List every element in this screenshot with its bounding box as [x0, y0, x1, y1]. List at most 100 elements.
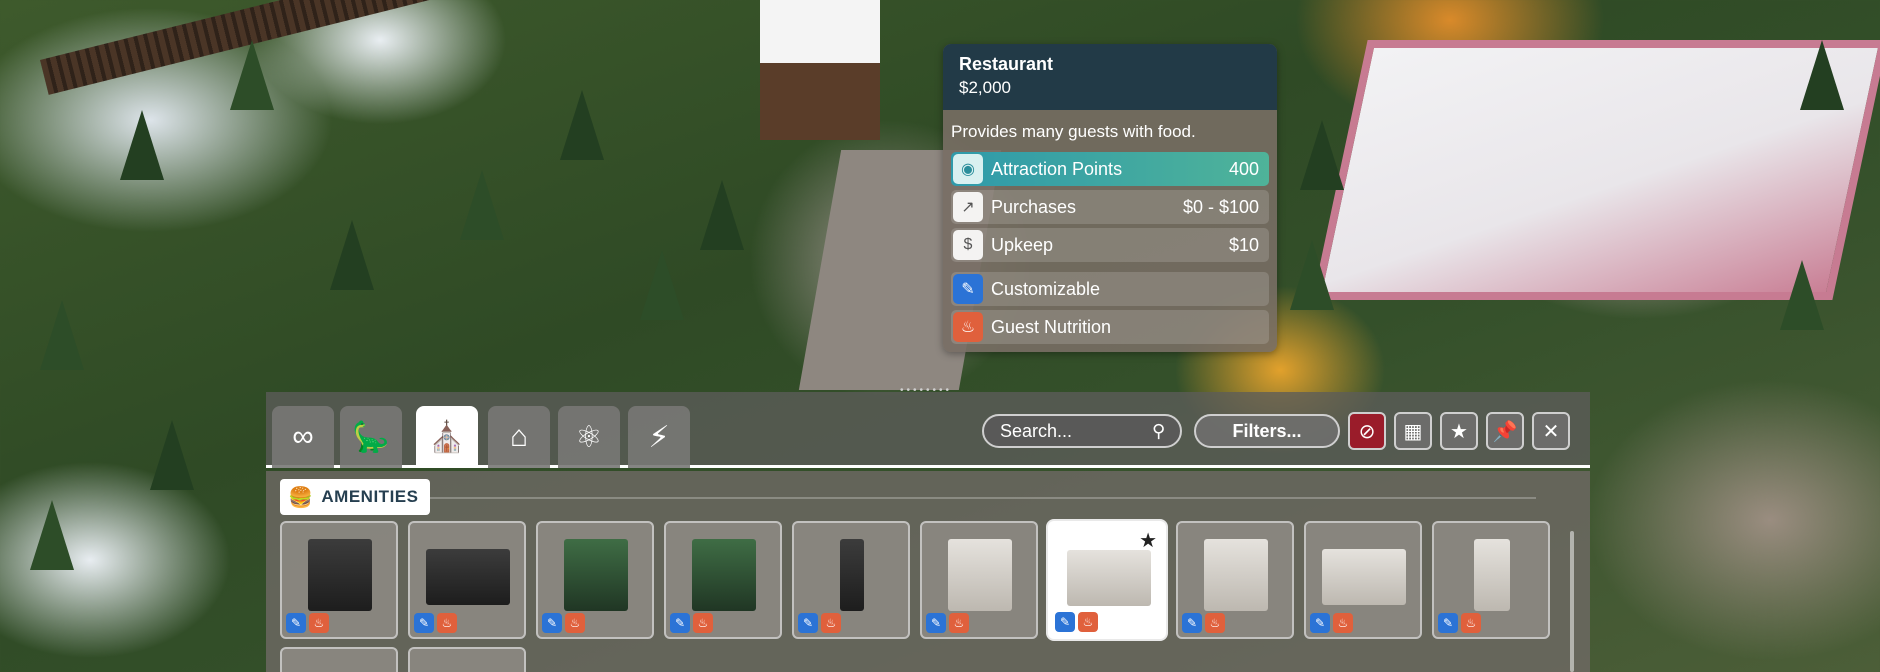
paintbrush-icon: ✎ — [286, 613, 306, 633]
stat-label: Attraction Points — [991, 158, 1123, 179]
food-icon: ♨ — [949, 613, 969, 633]
close-icon: ✕ — [1542, 420, 1560, 443]
build-item-shop-hall[interactable]: ✎ ♨ — [1304, 521, 1422, 639]
paintbrush-icon: ✎ — [1438, 613, 1458, 633]
pin-icon: 📌 — [1492, 420, 1518, 443]
build-panel: ∞ 🦕 ⛪ ⌂ ⚛ ⚡ ⚲ Filters... ⊘ ▦ ★ 📌 ✕ •••••… — [266, 386, 1590, 672]
paintbrush-icon: ✎ — [1310, 613, 1330, 633]
category-tab-bar: ∞ 🦕 ⛪ ⌂ ⚛ ⚡ ⚲ Filters... ⊘ ▦ ★ 📌 ✕ — [266, 392, 1590, 468]
build-item-vending-green-2[interactable]: ✎ ♨ — [664, 521, 782, 639]
build-item-pillar-stand[interactable]: ✎ ♨ — [792, 521, 910, 639]
paintbrush-icon: ✎ — [926, 613, 946, 633]
upkeep-coin-icon: $ — [953, 230, 983, 260]
pine-tree — [120, 110, 164, 180]
tab-staff-buildings[interactable]: ⌂ — [488, 406, 550, 468]
stat-value: $0 - $100 — [1182, 196, 1259, 217]
purchases-chart-icon: ↗ — [953, 192, 983, 222]
blocked-filter-button[interactable]: ⊘ — [1348, 412, 1386, 450]
tab-dinosaurs[interactable]: 🦕 — [340, 406, 402, 468]
stat-purchases: ↗ Purchases $0 - $100 — [951, 190, 1269, 224]
stat-label: Upkeep — [991, 234, 1054, 255]
search-icon[interactable]: ⚲ — [1152, 421, 1165, 442]
item-thumbnail — [308, 539, 372, 611]
tag-guest-nutrition: ♨ Guest Nutrition — [951, 310, 1269, 344]
science-building-icon: ⚛ — [575, 420, 603, 454]
power-icon: ⚡ — [648, 420, 670, 454]
build-item-vending-green[interactable]: ✎ ♨ — [536, 521, 654, 639]
food-icon: ♨ — [1461, 613, 1481, 633]
paintbrush-icon: ✎ — [798, 613, 818, 633]
grid-view-button[interactable]: ▦ — [1394, 412, 1432, 450]
item-thumbnail — [840, 539, 864, 611]
dinosaur-icon: 🦕 — [352, 420, 390, 454]
item-grid-area: 🍔 AMENITIES ✎ ♨ ✎ ♨ ✎ ♨ ✎ ♨ ✎ ♨ ✎ ♨ ★ ✎ … — [266, 471, 1590, 672]
scrollbar[interactable] — [1570, 531, 1574, 672]
item-thumbnail — [1204, 539, 1268, 611]
tooltip-title: Restaurant — [959, 54, 1054, 74]
favorite-star-icon[interactable]: ★ — [1139, 528, 1157, 553]
pine-tree — [30, 500, 74, 570]
filters-button[interactable]: Filters... — [1194, 414, 1340, 448]
tag-label: Guest Nutrition — [991, 316, 1112, 337]
pine-tree — [230, 40, 274, 110]
food-icon: ♨ — [953, 312, 983, 342]
paintbrush-icon: ✎ — [953, 274, 983, 304]
panel-drag-handle[interactable]: •••••••• — [886, 386, 966, 396]
build-item-row2-1[interactable] — [280, 647, 398, 672]
tooltip-price: $2,000 — [959, 78, 1011, 97]
item-thumbnail — [426, 549, 510, 605]
no-entry-icon: ⊘ — [1358, 420, 1376, 443]
food-icon: ♨ — [437, 613, 457, 633]
build-item-row2-2[interactable] — [408, 647, 526, 672]
item-thumbnail — [948, 539, 1012, 611]
wooden-fence — [40, 0, 728, 95]
pine-tree — [1290, 240, 1334, 310]
food-icon: ♨ — [309, 613, 329, 633]
build-item-kiosk-small[interactable]: ✎ ♨ — [280, 521, 398, 639]
shopping-icon: ♨ — [1333, 613, 1353, 633]
pine-tree — [1780, 260, 1824, 330]
item-tooltip: Restaurant $2,000 Provides many guests w… — [943, 44, 1277, 352]
star-icon: ★ — [1450, 420, 1468, 443]
favorites-button[interactable]: ★ — [1440, 412, 1478, 450]
pin-button[interactable]: 📌 — [1486, 412, 1524, 450]
pine-tree — [700, 180, 744, 250]
build-item-gift-shop[interactable]: ✎ ♨ — [1176, 521, 1294, 639]
attraction-points-icon: ◉ — [953, 154, 983, 184]
section-header: 🍔 AMENITIES — [280, 479, 431, 515]
build-item-kiosk-wide[interactable]: ✎ ♨ — [408, 521, 526, 639]
comfort-icon: ♨ — [821, 613, 841, 633]
pine-tree — [150, 420, 194, 490]
close-button[interactable]: ✕ — [1532, 412, 1570, 450]
build-item-drink-stand[interactable]: ✎ ♨ — [920, 521, 1038, 639]
tab-power[interactable]: ⚡ — [628, 406, 690, 468]
tag-customizable: ✎ Customizable — [951, 272, 1269, 306]
amenities-icon: 🍔 — [288, 486, 314, 509]
item-thumbnail — [564, 539, 628, 611]
drink-icon: ♨ — [565, 613, 585, 633]
drink-icon: ♨ — [693, 613, 713, 633]
infinity-icon: ∞ — [292, 420, 314, 453]
tab-all[interactable]: ∞ — [272, 406, 334, 468]
tab-guest-amenities[interactable]: ⛪ — [416, 406, 478, 468]
item-thumbnail — [1322, 549, 1406, 605]
stat-attraction-points: ◉ Attraction Points 400 — [951, 152, 1269, 186]
item-thumbnail — [1067, 550, 1151, 606]
build-item-vending-machine[interactable]: ✎ ♨ — [1432, 521, 1550, 639]
tab-science[interactable]: ⚛ — [558, 406, 620, 468]
tag-label: Customizable — [991, 278, 1101, 299]
grid-icon: ▦ — [1403, 420, 1423, 443]
stat-upkeep: $ Upkeep $10 — [951, 228, 1269, 262]
item-thumbnail — [1474, 539, 1510, 611]
section-divider — [426, 497, 1536, 499]
paintbrush-icon: ✎ — [1055, 612, 1075, 632]
build-item-restaurant[interactable]: ★ ✎ ♨ — [1048, 521, 1166, 639]
pine-tree — [330, 220, 374, 290]
guest-amenities-icon: ⛪ — [428, 420, 466, 454]
section-label: AMENITIES — [321, 487, 419, 506]
pine-tree — [560, 90, 604, 160]
pine-tree — [40, 300, 84, 370]
paintbrush-icon: ✎ — [414, 613, 434, 633]
paintbrush-icon: ✎ — [542, 613, 562, 633]
wooden-cabin — [760, 0, 880, 140]
